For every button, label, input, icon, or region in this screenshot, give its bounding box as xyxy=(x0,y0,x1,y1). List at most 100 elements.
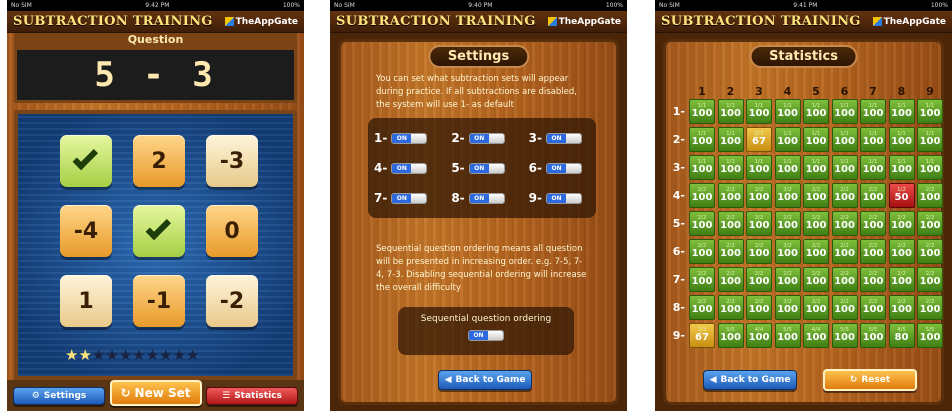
answer-tile-correct[interactable] xyxy=(133,205,185,257)
stat-cell: 2/2 100 xyxy=(917,267,943,292)
question-display: 5 - 3 xyxy=(14,47,297,103)
stat-cell: 2/2 100 xyxy=(803,295,829,320)
page-title: Settings xyxy=(427,45,530,68)
column-header: 4 xyxy=(783,85,792,98)
stat-cell: 2/2 100 xyxy=(689,295,715,320)
set-label: 6- xyxy=(528,161,542,175)
answer-tile-correct[interactable] xyxy=(60,135,112,187)
column-header: 5 xyxy=(812,85,820,98)
new-set-button[interactable]: ↻ New Set xyxy=(109,379,202,406)
column-header: 6 xyxy=(840,85,849,98)
stat-percent: 100 xyxy=(720,164,741,175)
refresh-icon: ↻ xyxy=(849,375,858,385)
set-label: 2- xyxy=(451,131,465,145)
stat-cell: 5/5 100 xyxy=(917,323,943,348)
stat-cell: 2/2 100 xyxy=(888,239,915,264)
stat-percent: 100 xyxy=(720,332,741,343)
toggle-knob xyxy=(566,193,581,203)
stat-cell: 2/3 67 xyxy=(689,323,715,348)
toggle-state: ON xyxy=(469,331,488,340)
stat-cell: 2/2 100 xyxy=(917,211,943,236)
stat-percent: 100 xyxy=(891,304,912,315)
statistics-button[interactable]: ☰ Statistics xyxy=(206,386,298,405)
stat-cell: 2/2 100 xyxy=(774,183,801,208)
set-toggle[interactable]: ON xyxy=(546,192,582,204)
arrow-left-icon: ◀ xyxy=(444,375,452,385)
set-toggle[interactable]: ON xyxy=(546,132,582,144)
stat-percent: 100 xyxy=(834,276,855,287)
stat-percent: 100 xyxy=(891,276,912,287)
stat-cell: 1/1 100 xyxy=(803,99,829,124)
back-to-game-button[interactable]: ◀ Back to Game xyxy=(438,370,532,390)
answer-tile[interactable]: 1 xyxy=(60,275,112,327)
column-header: 7 xyxy=(869,85,877,98)
set-toggle[interactable]: ON xyxy=(468,132,505,144)
stat-cell: 1/1 100 xyxy=(717,127,744,152)
stat-cell: 1/1 100 xyxy=(831,99,858,124)
answer-tile[interactable]: 2 xyxy=(133,135,185,187)
stat-cell: 1/2 50 xyxy=(888,183,915,208)
set-toggle[interactable]: ON xyxy=(468,162,505,174)
stat-cell: 2/2 100 xyxy=(746,295,772,320)
list-icon: ☰ xyxy=(222,390,231,401)
stat-percent: 100 xyxy=(805,248,827,259)
back-label: Back to Game xyxy=(455,375,526,385)
brand-name: TheAppGate xyxy=(235,16,298,27)
reset-button[interactable]: ↻ Reset xyxy=(823,369,917,391)
checkmark-icon xyxy=(145,214,172,241)
stat-percent: 100 xyxy=(805,136,827,147)
set-toggle-item: 4- ON xyxy=(374,161,428,175)
stat-percent: 100 xyxy=(691,108,713,119)
toggle-knob xyxy=(411,163,427,173)
stat-percent: 100 xyxy=(862,332,884,343)
set-toggle[interactable]: ON xyxy=(546,162,582,174)
stat-cell: 2/2 100 xyxy=(860,239,886,264)
stat-cell: 4/5 80 xyxy=(888,323,915,348)
stat-percent: 67 xyxy=(752,136,766,147)
stat-percent: 100 xyxy=(834,108,855,119)
stat-cell: 5/5 100 xyxy=(717,323,744,348)
set-toggle[interactable]: ON xyxy=(391,192,428,204)
stat-cell: 1/1 100 xyxy=(717,155,744,180)
status-bar: No SIM 9:42 PM 100% xyxy=(7,0,304,11)
column-header: 3 xyxy=(755,85,763,98)
star-empty-icon: ★ xyxy=(159,346,173,364)
set-toggle[interactable]: ON xyxy=(391,132,428,144)
stat-cell: 1/1 100 xyxy=(717,99,744,124)
stat-cell: 1/1 100 xyxy=(917,127,943,152)
sequential-toggle[interactable]: ON xyxy=(468,330,504,341)
row-header: 2- xyxy=(672,133,685,146)
answer-tile[interactable]: 0 xyxy=(206,205,258,257)
stat-cell: 4/4 100 xyxy=(746,323,772,348)
toggle-state: ON xyxy=(469,193,489,203)
stat-cell: 1/1 100 xyxy=(917,155,943,180)
set-label: 8- xyxy=(451,191,465,205)
clock: 9:41 PM xyxy=(793,2,818,9)
checkmark-icon xyxy=(72,144,99,171)
answer-tile[interactable]: -3 xyxy=(206,135,258,187)
stat-percent: 100 xyxy=(834,248,855,259)
set-label: 7- xyxy=(374,191,388,205)
stat-cell: 1/1 100 xyxy=(888,155,915,180)
answer-tile[interactable]: -1 xyxy=(133,275,185,327)
stat-percent: 100 xyxy=(805,164,827,175)
column-header: 9 xyxy=(926,85,934,98)
stat-percent: 100 xyxy=(891,220,912,231)
set-toggle[interactable]: ON xyxy=(468,192,505,204)
stat-percent: 100 xyxy=(777,136,798,147)
stat-percent: 100 xyxy=(834,304,855,315)
stat-cell: 4/4 100 xyxy=(803,323,829,348)
answer-tile[interactable]: -4 xyxy=(60,205,112,257)
column-header: 2 xyxy=(726,85,735,98)
app-title: SUBTRACTION TRAINING xyxy=(661,14,861,29)
set-label: 4- xyxy=(374,161,388,175)
brand-name: TheAppGate xyxy=(558,16,621,27)
back-to-game-button[interactable]: ◀ Back to Game xyxy=(703,370,797,390)
set-toggle[interactable]: ON xyxy=(391,162,428,174)
settings-button[interactable]: ⚙ Settings xyxy=(13,386,105,405)
stat-percent: 100 xyxy=(777,332,798,343)
stat-percent: 100 xyxy=(805,276,827,287)
toggle-knob xyxy=(566,163,581,173)
battery-label: 100% xyxy=(282,2,300,9)
answer-tile[interactable]: -2 xyxy=(206,275,258,327)
